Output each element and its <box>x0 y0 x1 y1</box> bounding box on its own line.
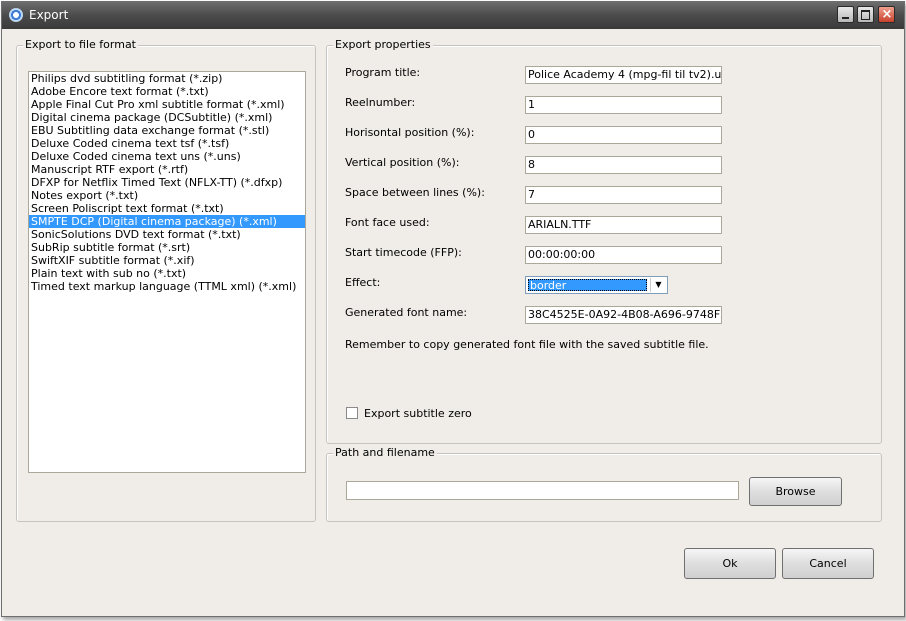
space-between-lines-input[interactable]: 7 <box>525 186 722 204</box>
start-timecode-input[interactable]: 00:00:00:00 <box>525 246 722 264</box>
maximize-icon <box>861 10 870 20</box>
export-subtitle-zero-label[interactable]: Export subtitle zero <box>364 407 472 420</box>
format-list-item[interactable]: Timed text markup language (TTML xml) (*… <box>29 280 305 293</box>
ok-button[interactable]: Ok <box>684 548 776 579</box>
reel-number-label: Reelnumber: <box>345 96 416 109</box>
export-dialog: Export × Export to file format Philips d… <box>1 1 905 617</box>
path-group-legend: Path and filename <box>333 446 437 459</box>
properties-group: Export properties Program title: Police … <box>326 38 882 444</box>
generated-font-name-input[interactable]: 38C4525E-0A92-4B08-A696-9748F25C5 <box>525 306 722 324</box>
chevron-down-icon[interactable]: ▼ <box>650 278 666 292</box>
cancel-button[interactable]: Cancel <box>782 548 874 579</box>
font-copy-note: Remember to copy generated font file wit… <box>345 338 709 351</box>
effect-selected-value: border <box>528 279 647 292</box>
minimize-icon <box>842 17 849 19</box>
format-list-item[interactable]: SonicSolutions DVD text format (*.txt) <box>29 228 305 241</box>
format-list-item[interactable]: Deluxe Coded cinema text uns (*.uns) <box>29 150 305 163</box>
format-list-item[interactable]: SwiftXIF subtitle format (*.xif) <box>29 254 305 267</box>
path-group: Path and filename Browse <box>326 446 882 522</box>
format-list-item[interactable]: Adobe Encore text format (*.txt) <box>29 85 305 98</box>
title-bar[interactable]: Export × <box>2 2 904 29</box>
format-group: Export to file format Philips dvd subtit… <box>16 38 316 522</box>
font-face-label: Font face used: <box>345 216 430 229</box>
horizontal-position-label: Horisontal position (%): <box>345 126 475 139</box>
format-list-item[interactable]: Manuscript RTF export (*.rtf) <box>29 163 305 176</box>
format-list-item[interactable]: SMPTE DCP (Digital cinema package) (*.xm… <box>29 215 305 228</box>
format-list-item[interactable]: Plain text with sub no (*.txt) <box>29 267 305 280</box>
format-list-item[interactable]: Deluxe Coded cinema text tsf (*.tsf) <box>29 137 305 150</box>
close-icon: × <box>881 7 893 22</box>
reel-number-input[interactable]: 1 <box>525 96 722 114</box>
export-subtitle-zero-checkbox[interactable] <box>346 407 358 419</box>
format-list-item[interactable]: EBU Subtitling data exchange format (*.s… <box>29 124 305 137</box>
effect-select[interactable]: border ▼ <box>525 276 668 294</box>
generated-font-name-label: Generated font name: <box>345 306 468 319</box>
maximize-button[interactable] <box>857 6 874 23</box>
format-list-item[interactable]: Apple Final Cut Pro xml subtitle format … <box>29 98 305 111</box>
format-list-item[interactable]: Digital cinema package (DCSubtitle) (*.x… <box>29 111 305 124</box>
close-button[interactable]: × <box>878 6 895 23</box>
properties-group-legend: Export properties <box>333 38 433 51</box>
format-list-item[interactable]: Notes export (*.txt) <box>29 189 305 202</box>
start-timecode-label: Start timecode (FFP): <box>345 246 462 259</box>
format-list-item[interactable]: Screen Poliscript text format (*.txt) <box>29 202 305 215</box>
vertical-position-label: Vertical position (%): <box>345 156 460 169</box>
program-title-input[interactable]: Police Academy 4 (mpg-fil til tv2).usf <box>525 66 722 84</box>
format-listbox[interactable]: Philips dvd subtitling format (*.zip) Ado… <box>28 71 306 473</box>
minimize-button[interactable] <box>837 6 854 23</box>
effect-label: Effect: <box>345 276 381 289</box>
format-list-item[interactable]: Philips dvd subtitling format (*.zip) <box>29 72 305 85</box>
format-list-item[interactable]: DFXP for Netflix Timed Text (NFLX-TT) (*… <box>29 176 305 189</box>
space-between-lines-label: Space between lines (%): <box>345 186 485 199</box>
format-list-item[interactable]: SubRip subtitle format (*.srt) <box>29 241 305 254</box>
window-title: Export <box>29 8 69 22</box>
vertical-position-input[interactable]: 8 <box>525 156 722 174</box>
gear-icon <box>9 8 23 22</box>
font-face-input[interactable]: ARIALN.TTF <box>525 216 722 234</box>
program-title-label: Program title: <box>345 66 421 79</box>
browse-button[interactable]: Browse <box>749 477 842 506</box>
horizontal-position-input[interactable]: 0 <box>525 126 722 144</box>
format-group-legend: Export to file format <box>23 38 138 51</box>
path-filename-input[interactable] <box>346 481 739 500</box>
